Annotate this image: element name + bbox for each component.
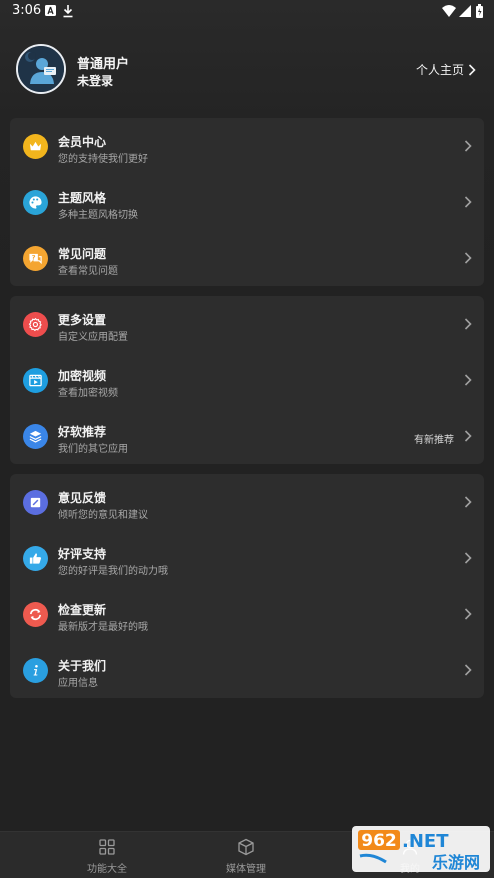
thumbs-up-icon	[23, 546, 48, 571]
chevron-right-icon	[464, 430, 472, 442]
menu-item-check-update[interactable]: 检查更新 最新版才是最好的哦	[10, 586, 484, 642]
username: 普通用户	[77, 57, 130, 72]
menu-group-2: 更多设置 自定义应用配置 加密视频 查看加密视频 好软推荐 我们的其它应用 有新…	[10, 296, 484, 464]
menu-item-subtitle: 我们的其它应用	[58, 444, 128, 455]
chevron-right-icon	[464, 196, 472, 208]
faq-icon: ?	[23, 246, 48, 271]
site-watermark-logo: 962 .NET 乐游网	[352, 826, 490, 872]
grid-icon	[99, 839, 115, 855]
menu-item-title: 好评支持	[58, 547, 107, 561]
menu-item-subtitle: 最新版才是最好的哦	[58, 622, 148, 633]
menu-item-title: 好软推荐	[58, 425, 107, 439]
battery-icon	[476, 4, 483, 18]
chevron-right-icon	[468, 63, 476, 76]
nav-label: 功能大全	[87, 864, 127, 875]
menu-item-about-us[interactable]: 关于我们 应用信息	[10, 642, 484, 698]
watermark-site: 乐游网	[432, 853, 480, 872]
feedback-edit-icon	[23, 490, 48, 515]
menu-item-title: 更多设置	[58, 313, 107, 327]
chevron-right-icon	[464, 664, 472, 676]
menu-group-3: 意见反馈 倾听您的意见和建议 好评支持 您的好评是我们的动力哦 检查更新 最新版…	[10, 474, 484, 698]
status-time: 3:06	[12, 3, 42, 18]
user-avatar-icon	[18, 46, 64, 92]
menu-item-vip-center[interactable]: 会员中心 您的支持使我们更好	[10, 118, 484, 174]
menu-item-theme-style[interactable]: 主题风格 多种主题风格切换	[10, 174, 484, 230]
menu-item-rate-support[interactable]: 好评支持 您的好评是我们的动力哦	[10, 530, 484, 586]
layers-icon	[23, 424, 48, 449]
personal-homepage-link[interactable]: 个人主页	[416, 61, 476, 78]
homepage-label: 个人主页	[415, 63, 464, 77]
login-status: 未登录	[77, 74, 114, 88]
menu-item-subtitle: 您的支持使我们更好	[58, 154, 148, 165]
menu-item-subtitle: 您的好评是我们的动力哦	[58, 566, 168, 577]
encrypted-video-icon	[23, 368, 48, 393]
menu-item-subtitle: 多种主题风格切换	[58, 210, 138, 221]
chevron-right-icon	[464, 374, 472, 386]
chevron-right-icon	[464, 318, 472, 330]
chevron-right-icon	[464, 552, 472, 564]
chevron-right-icon	[464, 252, 472, 264]
cube-icon	[238, 838, 254, 856]
menu-item-subtitle: 查看常见问题	[58, 266, 118, 277]
menu-item-title: 检查更新	[58, 603, 107, 617]
menu-item-title: 会员中心	[58, 135, 107, 149]
a-notification-icon	[45, 5, 56, 16]
chevron-right-icon	[464, 140, 472, 152]
watermark-suffix: .NET	[402, 831, 449, 852]
menu-item-title: 关于我们	[58, 659, 107, 673]
download-icon	[63, 5, 73, 18]
watermark-number: 962	[361, 831, 397, 851]
nav-label: 媒体管理	[226, 864, 266, 875]
menu-item-more-settings[interactable]: 更多设置 自定义应用配置	[10, 296, 484, 352]
profile-header[interactable]: 普通用户 未登录 个人主页	[0, 40, 494, 100]
crown-icon	[23, 134, 48, 159]
settings-gear-icon	[23, 312, 48, 337]
menu-item-recommended-apps[interactable]: 好软推荐 我们的其它应用 有新推荐	[10, 408, 484, 464]
chevron-right-icon	[464, 496, 472, 508]
menu-item-subtitle: 查看加密视频	[58, 388, 118, 399]
chevron-right-icon	[464, 608, 472, 620]
menu-item-subtitle: 倾听您的意见和建议	[58, 510, 148, 521]
menu-item-title: 意见反馈	[58, 491, 107, 505]
menu-item-title: 加密视频	[58, 369, 107, 383]
status-bar: 3:06	[0, 0, 494, 24]
palette-icon	[23, 190, 48, 215]
menu-item-title: 主题风格	[58, 191, 107, 205]
menu-item-subtitle: 自定义应用配置	[58, 332, 128, 343]
refresh-icon	[23, 602, 48, 627]
wifi-icon	[442, 5, 456, 17]
menu-item-feedback[interactable]: 意见反馈 倾听您的意见和建议	[10, 474, 484, 530]
nav-tab-all-features[interactable]: 功能大全	[47, 832, 167, 878]
info-icon	[23, 658, 48, 683]
menu-item-title: 常见问题	[58, 247, 107, 261]
svg-text:?: ?	[32, 253, 36, 261]
cellular-icon	[459, 5, 471, 17]
menu-item-subtitle: 应用信息	[58, 678, 98, 689]
new-recommendation-badge: 有新推荐	[414, 435, 454, 446]
menu-item-encrypted-video[interactable]: 加密视频 查看加密视频	[10, 352, 484, 408]
menu-group-1: 会员中心 您的支持使我们更好 主题风格 多种主题风格切换 ? 常见问题 查看常见…	[10, 118, 484, 286]
avatar[interactable]	[16, 44, 66, 94]
app-screen: 3:06 普通用户 未登录 个人主页 会员中心 您的支持使我们更好 主题风格 多…	[0, 0, 494, 878]
menu-item-faq[interactable]: ? 常见问题 查看常见问题	[10, 230, 484, 286]
nav-tab-media-management[interactable]: 媒体管理	[186, 832, 306, 878]
